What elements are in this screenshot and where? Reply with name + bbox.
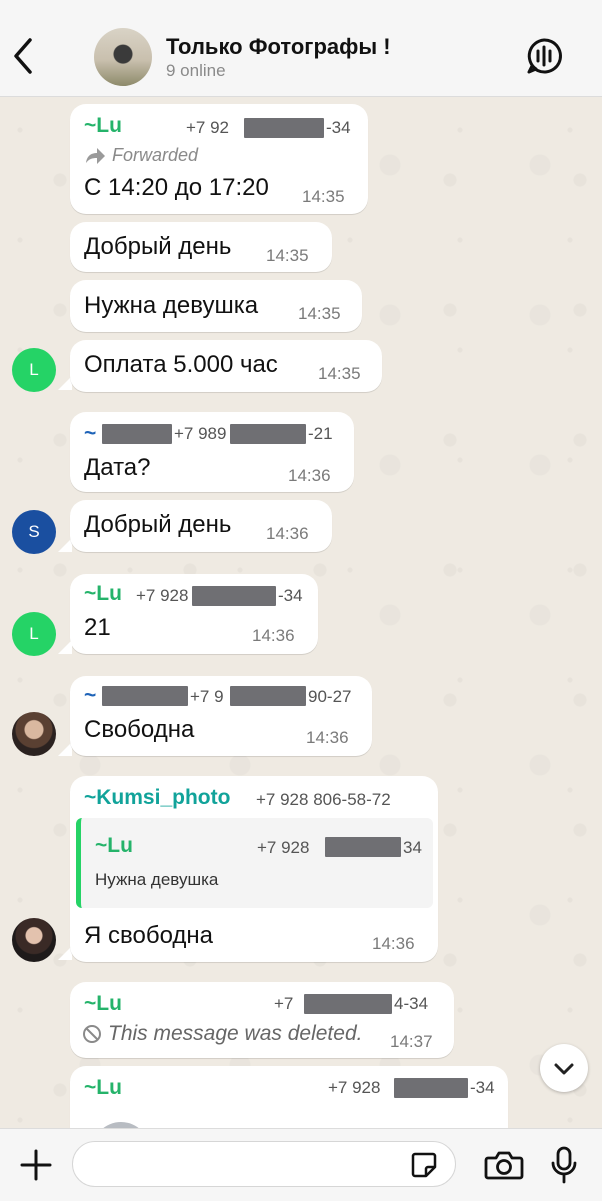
redaction bbox=[230, 424, 306, 444]
message-text: Свободна bbox=[84, 716, 195, 743]
message-time: 14:35 bbox=[302, 187, 345, 206]
sender-name[interactable]: ~ bbox=[84, 422, 96, 446]
sender-avatar[interactable]: S bbox=[12, 510, 56, 554]
sender-phone-end: -21 bbox=[308, 424, 333, 443]
message-time: 14:36 bbox=[266, 524, 309, 543]
redaction bbox=[102, 424, 172, 444]
composer-bar bbox=[0, 1128, 602, 1201]
sender-phone: +7 9 bbox=[190, 687, 224, 706]
message-bubble[interactable]: ~ +7 989 -21 Дата? 14:36 bbox=[70, 412, 354, 492]
quote-sender: ~Lu bbox=[95, 834, 133, 857]
sender-name[interactable]: ~Lu bbox=[84, 992, 122, 1016]
group-avatar[interactable] bbox=[94, 28, 152, 86]
camera-icon[interactable] bbox=[484, 1149, 524, 1181]
redaction bbox=[192, 586, 276, 606]
message-text: С 14:20 до 17:20 bbox=[84, 174, 269, 201]
message-time: 14:35 bbox=[266, 246, 309, 265]
sender-phone-end: -34 bbox=[278, 586, 303, 605]
sender-phone: +7 928 bbox=[328, 1078, 381, 1097]
voice-chat-button[interactable] bbox=[524, 36, 564, 76]
sender-phone: +7 928 bbox=[136, 586, 189, 605]
sender-phone-end: 4-34 bbox=[394, 994, 429, 1013]
message-time: 14:35 bbox=[318, 364, 361, 383]
message-bubble[interactable]: ~Lu +7 928 -34 21 14:36 bbox=[70, 574, 318, 654]
message-time: 14:36 bbox=[306, 728, 349, 747]
group-title[interactable]: Только Фотографы ! bbox=[166, 34, 391, 60]
message-bubble[interactable]: ~Kumsi_photo +7 928 806-58-72 ~Lu +7 928… bbox=[70, 776, 438, 962]
sender-avatar[interactable]: L bbox=[12, 612, 56, 656]
sender-name[interactable]: ~Lu bbox=[84, 1076, 122, 1100]
message-time: 14:36 bbox=[252, 626, 295, 645]
redaction bbox=[102, 686, 188, 706]
message-text: Добрый день bbox=[84, 233, 232, 260]
chevron-left-icon bbox=[14, 38, 32, 74]
sticker-icon[interactable] bbox=[410, 1151, 438, 1179]
sender-name[interactable]: ~Lu bbox=[84, 114, 122, 138]
deleted-icon bbox=[83, 1025, 101, 1043]
quote-phone: +7 928 bbox=[257, 838, 310, 857]
microphone-icon[interactable] bbox=[548, 1145, 580, 1185]
message-text: Дата? bbox=[84, 454, 151, 481]
sender-name[interactable]: ~Kumsi_photo bbox=[84, 786, 230, 810]
sender-name[interactable]: ~Lu bbox=[84, 582, 122, 606]
redaction bbox=[244, 118, 324, 138]
sender-avatar-photo[interactable] bbox=[12, 918, 56, 962]
redaction bbox=[325, 837, 401, 857]
sender-phone-end: -34 bbox=[326, 118, 351, 137]
message-bubble[interactable]: ~ +7 9 90-27 Свободна 14:36 bbox=[70, 676, 372, 756]
plus-icon[interactable] bbox=[18, 1147, 54, 1183]
redaction bbox=[394, 1078, 468, 1098]
message-bubble[interactable]: Оплата 5.000 час 14:35 bbox=[70, 340, 382, 392]
chevron-down-icon bbox=[554, 1063, 574, 1075]
message-input[interactable] bbox=[72, 1141, 456, 1187]
redaction bbox=[230, 686, 306, 706]
message-time: 14:36 bbox=[372, 934, 415, 953]
sender-phone: +7 92 bbox=[186, 118, 230, 137]
sender-phone-end: 90-27 bbox=[308, 687, 352, 706]
sender-avatar[interactable]: L bbox=[12, 348, 56, 392]
voice-chat-icon bbox=[527, 38, 562, 74]
message-time: 14:35 bbox=[298, 304, 341, 323]
sender-avatar-photo[interactable] bbox=[12, 712, 56, 756]
message-bubble[interactable]: Нужна девушка 14:35 bbox=[70, 280, 362, 332]
message-time: 14:37 bbox=[390, 1032, 433, 1051]
message-bubble[interactable]: ~Lu +7 92 -34 Forwarded С 14:20 до 17:20… bbox=[70, 104, 368, 214]
quote-phone-end: 34 bbox=[403, 838, 422, 857]
message-text: Я свободна bbox=[84, 922, 213, 949]
deleted-text: This message was deleted. bbox=[108, 1022, 363, 1045]
sender-phone: +7 989 bbox=[174, 424, 227, 443]
sender-phone: +7 928 806-58-72 bbox=[256, 790, 391, 809]
forward-arrow-icon bbox=[86, 148, 105, 164]
message-text: Добрый день bbox=[84, 511, 232, 538]
quoted-message[interactable]: ~Lu +7 928 34 Нужна девушка bbox=[76, 818, 433, 908]
chat-header: Только Фотографы ! 9 online bbox=[0, 0, 602, 97]
redaction bbox=[304, 994, 392, 1014]
message-bubble[interactable]: ~Lu +7 4-34 This message was deleted. 14… bbox=[70, 982, 454, 1058]
sender-phone: +7 bbox=[274, 994, 294, 1013]
forwarded-label: Forwarded bbox=[112, 145, 199, 165]
message-text: Оплата 5.000 час bbox=[84, 351, 278, 378]
sender-phone-end: -34 bbox=[470, 1078, 495, 1097]
back-button[interactable] bbox=[8, 34, 40, 78]
message-text: 21 bbox=[84, 614, 111, 641]
message-bubble[interactable]: Добрый день 14:36 bbox=[70, 500, 332, 552]
message-bubble[interactable]: Добрый день 14:35 bbox=[70, 222, 332, 272]
quote-text: Нужна девушка bbox=[95, 870, 219, 889]
message-time: 14:36 bbox=[288, 466, 331, 485]
message-text: Нужна девушка bbox=[84, 292, 259, 319]
online-count: 9 online bbox=[166, 61, 226, 80]
scroll-down-button[interactable] bbox=[540, 1044, 588, 1092]
sender-name[interactable]: ~ bbox=[84, 684, 96, 708]
bubble-tail bbox=[58, 640, 72, 654]
